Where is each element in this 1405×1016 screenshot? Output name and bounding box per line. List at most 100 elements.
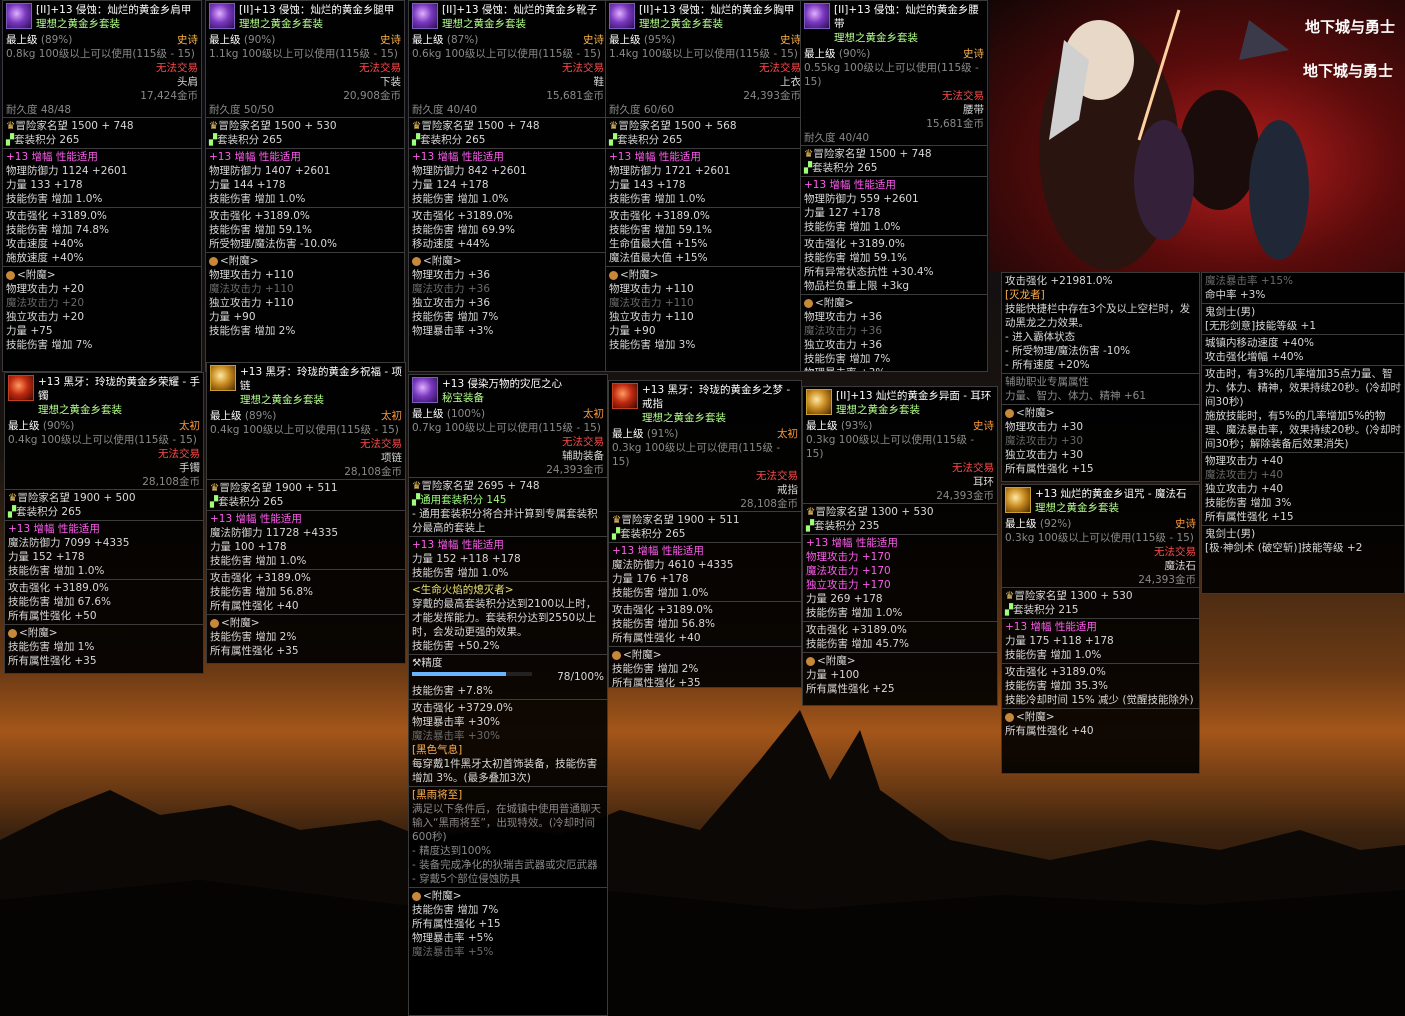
stat-line: 力量 269 +178 — [806, 593, 883, 605]
item-icon — [804, 3, 830, 29]
stat-line: 物理防御力 559 +2601 — [804, 193, 919, 205]
character-art: 地下城与勇士 地下城与勇士 — [989, 0, 1405, 272]
enchant-line: 魔法攻击力 +36 — [412, 283, 490, 295]
item-name: +13 黑牙：玲珑的黄金乡之梦 - 戒指 — [642, 384, 791, 410]
enchant-line: 技能伤害 增加 2% — [209, 325, 296, 337]
enchant-line: 物理攻击力 +36 — [804, 311, 882, 323]
level-req: 100级以上可以使用(115级 - 15) — [241, 48, 398, 60]
level-req: 100级以上可以使用(115级 - 15) — [40, 434, 197, 446]
item-set: 理想之黄金乡套装 — [642, 412, 726, 424]
item-icon — [609, 3, 635, 29]
class-name: 鬼剑士(男) — [1205, 306, 1256, 318]
enchant-line: 所有属性强化 +40 — [1005, 725, 1094, 737]
stat-line: 技能伤害 增加 1.0% — [804, 221, 901, 233]
price: 24,393金币 — [546, 464, 604, 476]
stat-line: 技能伤害 增加 1.0% — [609, 193, 706, 205]
rarity: 太初 — [381, 410, 402, 422]
enchant-line: 技能伤害 增加 1% — [8, 641, 95, 653]
set-points-label: 套装积分 — [617, 134, 660, 146]
adv-value: 1500 + 530 — [274, 120, 337, 132]
stat-line: 魔法暴击率 +30% — [412, 730, 500, 742]
no-trade: 无法交易 — [360, 438, 402, 450]
rarity: 史诗 — [1175, 518, 1196, 530]
enchant-icon — [6, 270, 15, 280]
stat-line: 魔法防御力 4610 +4335 — [612, 559, 734, 571]
stat-line: 力量 176 +178 — [612, 573, 689, 585]
set-icon: ▞ — [612, 528, 621, 540]
stat-line: 技能伤害 增加 1.0% — [1005, 649, 1102, 661]
enchant-line: 物理攻击力 +30 — [1005, 421, 1083, 433]
adv-label: 冒险家名望 — [815, 506, 868, 518]
stat-line: 魔法暴击率 +15% — [1205, 275, 1293, 287]
tooltip-pants: [II]+13 侵蚀：灿烂的黄金乡腿甲 理想之黄金乡套装 最上级 (90%) 史诗 1.… — [205, 0, 405, 372]
tooltip-chest: [II]+13 侵蚀：灿烂的黄金乡胸甲 理想之黄金乡套装 最上级 (95%) 史诗 1.… — [605, 0, 805, 372]
grade-pct: (92%) — [1039, 518, 1072, 530]
set-points: 235 — [859, 520, 880, 532]
item-set: 理想之黄金乡套装 — [836, 404, 920, 416]
stat-line: 攻击强化 +3189.0% — [612, 604, 713, 616]
set-points-label: 套装积分 — [217, 134, 260, 146]
stat-line: 攻击强化 +3189.0% — [209, 210, 310, 222]
tooltip-ring: +13 黑牙：玲珑的黄金乡之梦 - 戒指 理想之黄金乡套装 最上级 (91%) 太初 0… — [608, 380, 802, 688]
enchant-icon — [210, 618, 219, 628]
adv-label: 冒险家名望 — [621, 514, 674, 526]
condition: - 穿戴5个部位侵蚀防具 — [412, 873, 521, 885]
stat-line: 攻击强化 +3189.0% — [804, 238, 905, 250]
precision-value: 78/100% — [557, 671, 604, 683]
stat-line: 攻击强化增幅 +40% — [1205, 351, 1304, 363]
stat-line: 力量 152 +178 — [8, 551, 85, 563]
precision-icon: ⚒ — [412, 657, 422, 669]
crown-icon: ♛ — [804, 148, 814, 160]
grade-pct: (89%) — [244, 410, 277, 422]
stat-line: 移动速度 +44% — [412, 238, 490, 250]
slot: 耳环 — [973, 476, 994, 488]
stat-line: 物品栏负重上限 +3kg — [804, 280, 910, 292]
stat-line: 独立攻击力 +170 — [806, 579, 891, 591]
stat-line: 攻击强化 +3189.0% — [6, 210, 107, 222]
tooltip-earring: [II]+13 灿烂的黄金乡异面 - 耳环 理想之黄金乡套装 最上级 (93%) 史诗… — [802, 386, 998, 706]
grade-pct: (90%) — [838, 48, 871, 60]
dragon-effect: - 所受物理/魔法伤害 -10% — [1005, 345, 1131, 357]
item-name: [II]+13 侵蚀：灿烂的黄金乡靴子 — [442, 4, 598, 16]
enchant-line: 所有属性强化 +35 — [612, 677, 701, 688]
weight: 1.4kg — [609, 48, 639, 60]
stat-line: 所有属性强化 +40 — [612, 632, 701, 644]
no-trade: 无法交易 — [156, 62, 198, 74]
rarity: 史诗 — [780, 34, 801, 46]
enchant-line: 独立攻击力 +30 — [1005, 449, 1083, 461]
enchant-line: 技能伤害 增加 3% — [609, 339, 696, 351]
item-set: 理想之黄金乡套装 — [36, 18, 120, 30]
durability: 60/60 — [643, 104, 675, 116]
amp-label: +13 增幅 性能适用 — [804, 179, 896, 191]
weight: 0.8kg — [6, 48, 36, 60]
enchant-line: 所有属性强化 +35 — [210, 645, 299, 657]
crown-icon: ♛ — [612, 514, 622, 526]
adv-label: 冒险家名望 — [421, 480, 474, 492]
stat-line: 物理防御力 1407 +2601 — [209, 165, 331, 177]
skill-line: [极·神剑术 (破空斩)]技能等级 +2 — [1205, 542, 1363, 554]
aux-title: 辅助职业专属属性 — [1005, 376, 1089, 388]
special-item-icon — [412, 377, 438, 403]
enchant-label: <附魔> — [17, 269, 56, 281]
weight: 0.55kg — [804, 62, 841, 74]
dragon-effect: - 进入霸体状态 — [1005, 331, 1076, 343]
stat-line: 技能伤害 增加 56.8% — [612, 618, 716, 630]
weight: 0.3kg — [612, 442, 642, 454]
enchant-icon — [612, 650, 621, 660]
tooltip-shoes: [II]+13 侵蚀：灿烂的黄金乡靴子 理想之黄金乡套装 最上级 (87%) 史诗 0.… — [408, 0, 608, 372]
tooltip-right-partial: 魔法暴击率 +15% 命中率 +3% 鬼剑士(男) [无形剑意]技能等级 +1 … — [1201, 272, 1405, 594]
item-name: +13 侵染万物的灾厄之心 — [442, 378, 562, 390]
stat-line: 物理防御力 1124 +2601 — [6, 165, 128, 177]
weight: 0.7kg — [412, 422, 442, 434]
stat-line: 命中率 +3% — [1205, 289, 1266, 301]
slot: 上衣 — [780, 76, 801, 88]
life-title: <生命火焰的熄灭者> — [412, 584, 514, 596]
stat-line: 力量 133 +178 — [6, 179, 83, 191]
enchant-label: <附魔> — [423, 255, 462, 267]
stat-line: 技能伤害 增加 1.0% — [412, 193, 509, 205]
no-trade: 无法交易 — [158, 448, 200, 460]
stat-line: 技能伤害 增加 59.1% — [209, 224, 313, 236]
stat-line: 所有异常状态抗性 +30.4% — [804, 266, 934, 278]
stat-line: 技能伤害 增加 1.0% — [8, 565, 105, 577]
enchant-icon — [1005, 712, 1014, 722]
